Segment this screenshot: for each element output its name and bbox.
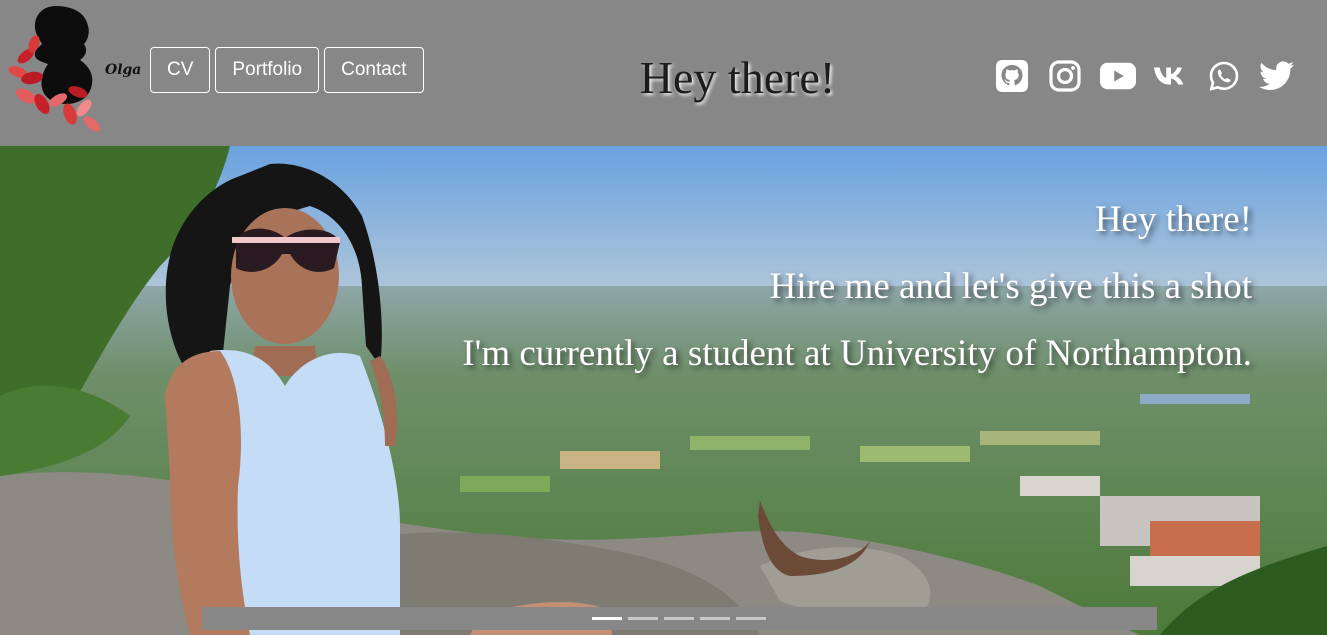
nav-portfolio-button[interactable]: Portfolio [215, 47, 320, 93]
hero-carousel[interactable]: Hey there! Hire me and let's give this a… [0, 146, 1327, 635]
hero-line-1: Hey there! [1094, 199, 1252, 240]
carousel-indicator-4[interactable] [700, 617, 730, 620]
carousel-indicator-3[interactable] [664, 617, 694, 620]
vk-link[interactable] [1153, 58, 1189, 94]
twitter-icon [1259, 61, 1294, 90]
carousel-indicator-1[interactable] [592, 617, 622, 620]
hero-line-3: I'm currently a student at University of… [462, 333, 1252, 374]
carousel-controls [202, 607, 1157, 630]
instagram-link[interactable] [1047, 58, 1083, 94]
carousel-indicators [592, 617, 766, 620]
github-link[interactable] [994, 58, 1030, 94]
social-links [994, 58, 1295, 94]
page-title: Hey there! [639, 52, 836, 103]
brand-name[interactable]: Olga [105, 62, 141, 78]
carousel-indicator-2[interactable] [628, 617, 658, 620]
nav-contact-button[interactable]: Contact [324, 47, 424, 93]
youtube-link[interactable] [1100, 58, 1136, 94]
nav-cv-button[interactable]: CV [150, 47, 211, 93]
github-icon [996, 60, 1028, 92]
vk-icon [1153, 67, 1184, 85]
carousel-indicator-5[interactable] [736, 617, 766, 620]
whatsapp-icon [1209, 61, 1239, 91]
header: Olga CV Portfolio Contact Hey there! [0, 0, 1327, 146]
logo-silhouette-icon[interactable] [4, 4, 108, 136]
main-nav: CV Portfolio Contact [150, 47, 424, 93]
twitter-link[interactable] [1259, 58, 1295, 94]
whatsapp-link[interactable] [1206, 58, 1242, 94]
instagram-icon [1049, 60, 1081, 92]
hero-line-2: Hire me and let's give this a shot [769, 266, 1252, 307]
youtube-icon [1100, 62, 1136, 90]
